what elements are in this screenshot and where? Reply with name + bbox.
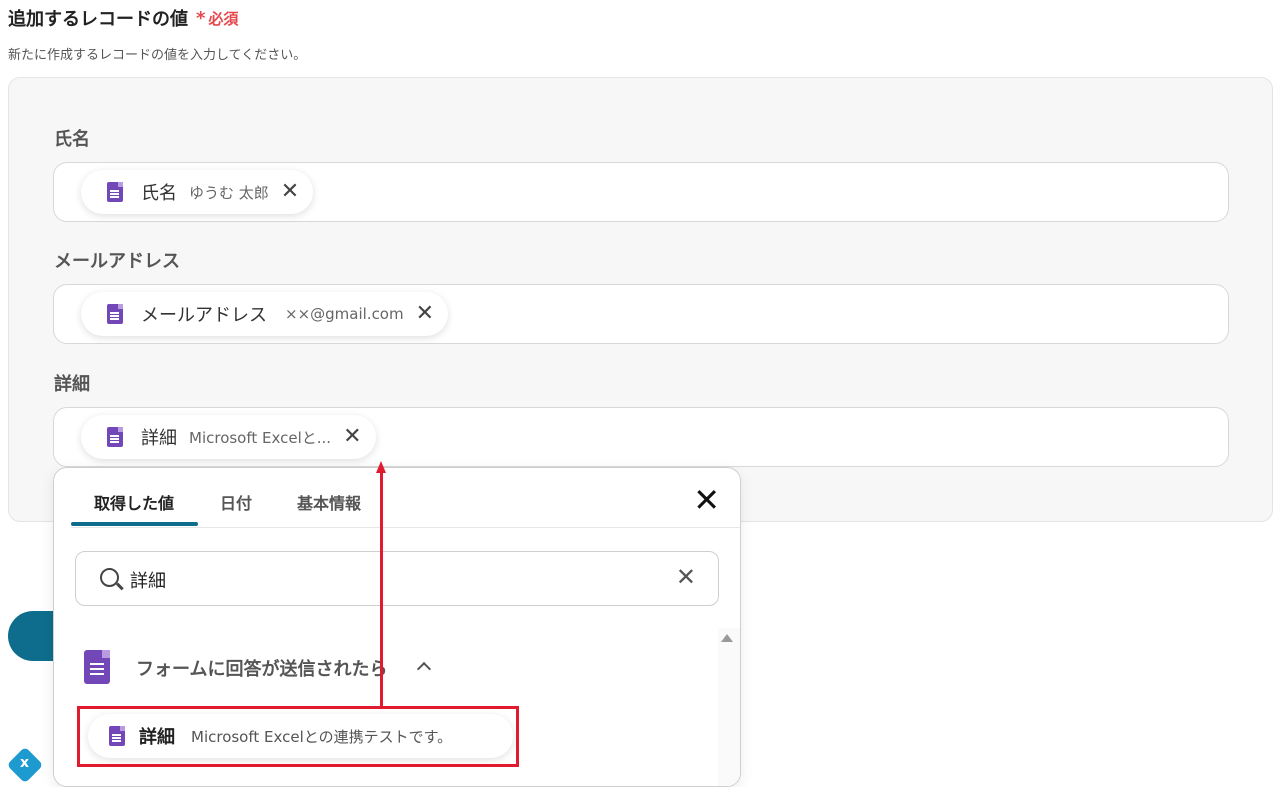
google-forms-icon: [109, 726, 125, 746]
scrollbar[interactable]: [718, 628, 740, 786]
field-label-email: メールアドレス: [54, 251, 180, 272]
chip-value: ××@gmail.com: [285, 305, 404, 323]
chip-name: メールアドレス: [141, 305, 267, 326]
required-mark: *: [196, 7, 206, 29]
tab-retrieved-values[interactable]: 取得した値: [94, 490, 174, 514]
annotation-arrow-head: [376, 461, 386, 473]
variable-chip-name[interactable]: 氏名 ゆうむ 太郎 ✕: [81, 170, 314, 214]
tab-date[interactable]: 日付: [220, 490, 252, 514]
google-forms-icon: [107, 182, 123, 202]
search-icon: [100, 568, 119, 587]
google-forms-icon: [107, 427, 123, 447]
required-label: 必須: [208, 9, 239, 28]
search-input[interactable]: 詳細 ✕: [75, 551, 719, 606]
chip-name: 詳細: [141, 428, 177, 449]
group-title[interactable]: フォームに回答が送信されたら: [136, 655, 387, 681]
search-value: 詳細: [130, 571, 166, 592]
google-forms-icon: [107, 304, 123, 324]
section-title-text: 追加するレコードの値: [8, 9, 188, 30]
result-value: Microsoft Excelとの連携テストです。: [191, 727, 453, 746]
chip-value: Microsoft Excelと...: [189, 428, 332, 447]
app-icon-glyph: x: [20, 755, 30, 771]
field-input-details[interactable]: 詳細 Microsoft Excelと... ✕: [53, 407, 1229, 467]
field-label-details: 詳細: [54, 374, 90, 395]
clear-search-icon[interactable]: ✕: [676, 565, 696, 589]
result-item-details[interactable]: 詳細 Microsoft Excelとの連携テストです。: [88, 714, 513, 758]
chevron-up-icon[interactable]: [416, 661, 432, 677]
scroll-up-icon[interactable]: [721, 634, 733, 642]
chip-name: 氏名: [141, 183, 177, 204]
close-icon[interactable]: ✕: [693, 484, 720, 516]
tab-basic-info[interactable]: 基本情報: [297, 490, 361, 514]
close-icon[interactable]: ✕: [416, 303, 434, 325]
result-name: 詳細: [139, 727, 175, 748]
active-tab-indicator: [71, 522, 198, 526]
tab-divider: [71, 527, 740, 528]
value-picker-popup: 取得した値 日付 基本情報 ✕ 詳細 ✕ フォームに回答が送信されたら 詳細 M…: [53, 467, 741, 787]
field-input-email[interactable]: メールアドレス ××@gmail.com ✕: [53, 284, 1229, 344]
variable-chip-details[interactable]: 詳細 Microsoft Excelと... ✕: [81, 415, 376, 459]
annotation-arrow-line: [380, 472, 383, 708]
section-title: 追加するレコードの値 * 必須: [8, 5, 238, 31]
variable-chip-email[interactable]: メールアドレス ××@gmail.com ✕: [81, 292, 449, 336]
chip-value: ゆうむ 太郎: [189, 183, 269, 202]
field-label-name: 氏名: [54, 129, 90, 150]
section-description: 新たに作成するレコードの値を入力してください。: [8, 48, 307, 63]
close-icon[interactable]: ✕: [343, 426, 361, 448]
field-input-name[interactable]: 氏名 ゆうむ 太郎 ✕: [53, 162, 1229, 222]
google-forms-icon: [84, 650, 110, 684]
close-icon[interactable]: ✕: [281, 181, 299, 203]
